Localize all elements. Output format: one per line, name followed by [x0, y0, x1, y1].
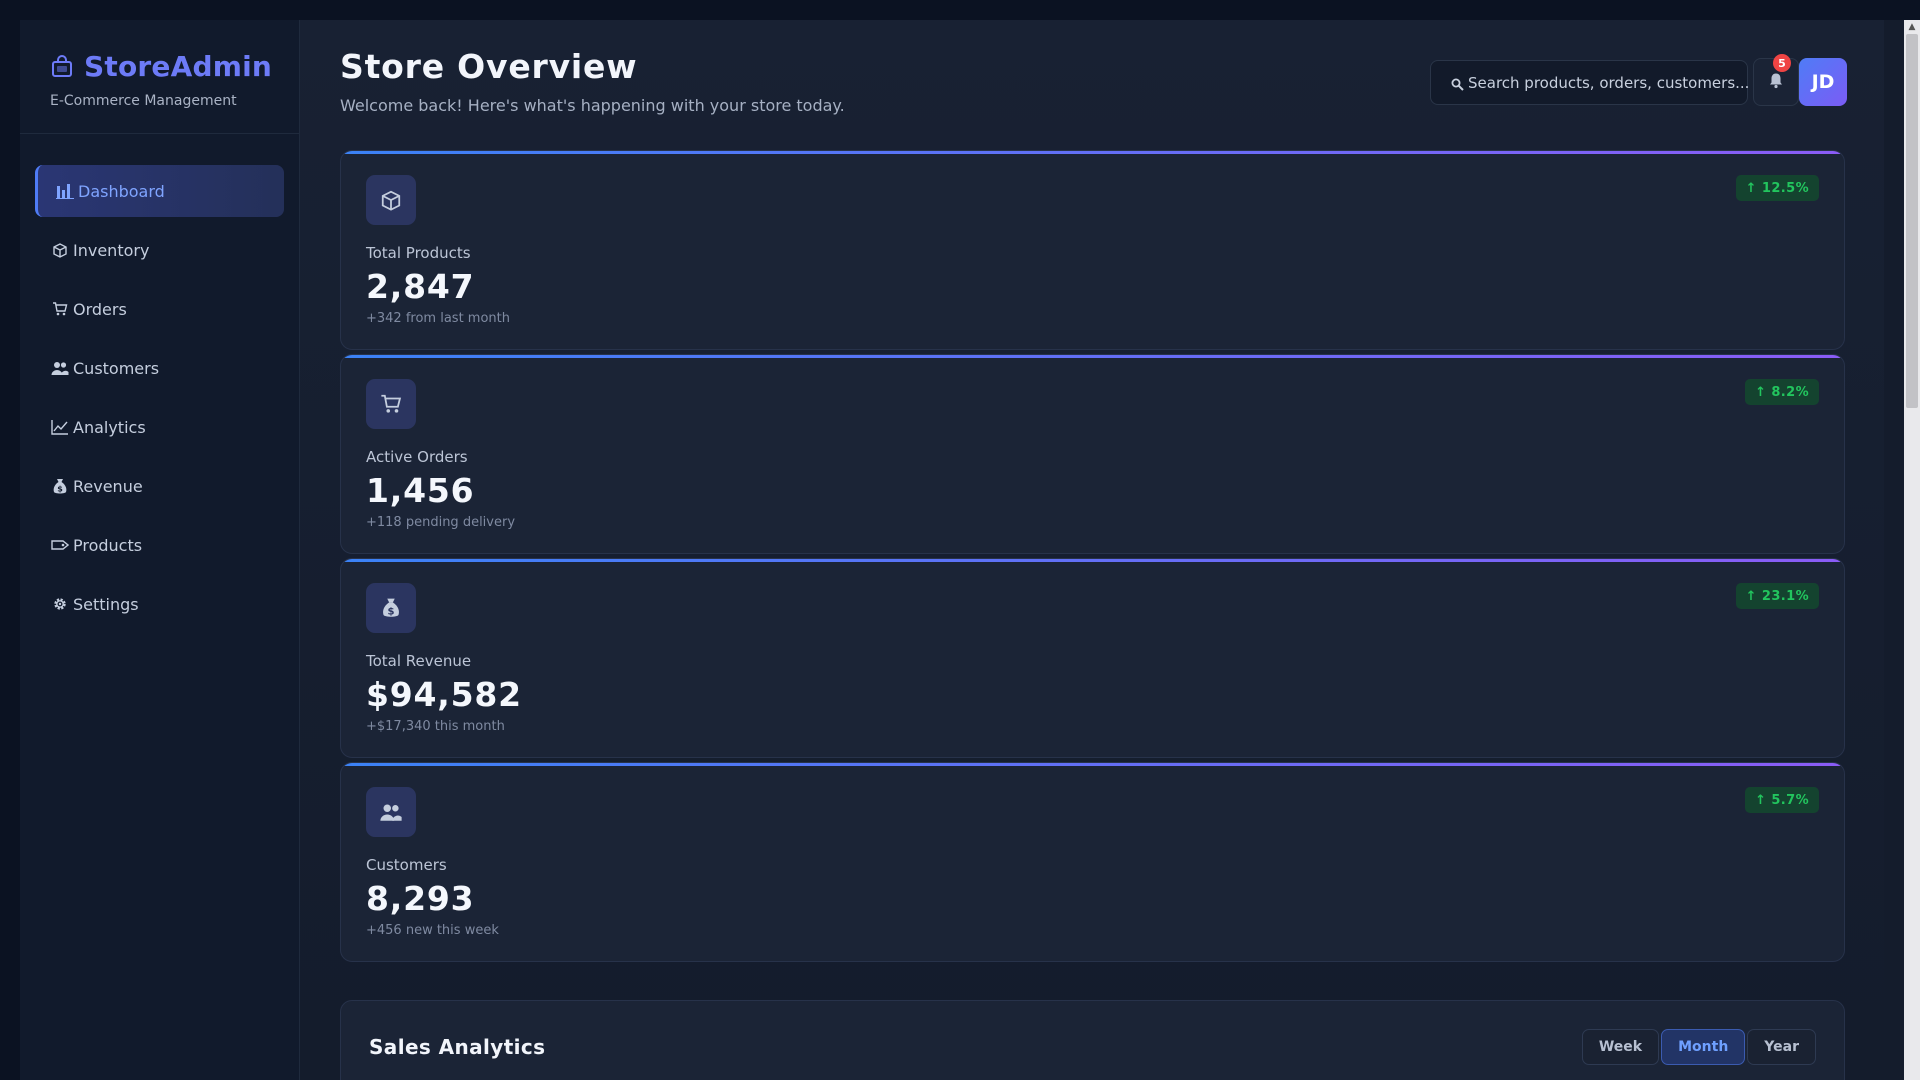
svg-text:$: $ [57, 484, 63, 493]
sidebar-item-settings[interactable]: Settings [35, 578, 284, 630]
stat-note: +118 pending delivery [366, 515, 516, 530]
brand-subtitle: E-Commerce Management [50, 93, 237, 109]
page-subtitle: Welcome back! Here's what's happening wi… [340, 96, 845, 115]
tab-year[interactable]: Year [1747, 1029, 1816, 1065]
sidebar-item-label: Orders [73, 299, 127, 319]
gear-icon [51, 595, 69, 613]
page-title: Store Overview [340, 47, 638, 86]
stat-note: +456 new this week [366, 923, 499, 938]
stat-card-active-orders: Active Orders 1,456 +118 pending deliver… [340, 354, 1845, 554]
money-bag-icon: $ [366, 583, 416, 633]
sidebar-item-label: Analytics [73, 417, 146, 437]
stat-label: Total Revenue [366, 652, 472, 670]
period-tabs: Week Month Year [1580, 1029, 1816, 1065]
sidebar-item-label: Products [73, 535, 143, 555]
sidebar-item-dashboard[interactable]: Dashboard [35, 165, 284, 217]
sidebar-item-products[interactable]: Products [35, 519, 284, 571]
sidebar-item-label: Dashboard [78, 181, 165, 201]
trend-badge: ↑ 12.5% [1735, 175, 1819, 201]
stat-note: +$17,340 this month [366, 719, 505, 734]
brand-title: StoreAdmin [84, 50, 273, 83]
stat-value: $94,582 [366, 675, 522, 714]
stat-card-total-products: Total Products 2,847 +342 from last mont… [340, 150, 1845, 350]
search-icon [1451, 76, 1464, 91]
users-icon [366, 787, 416, 837]
main-content: Store Overview Welcome back! Here's what… [300, 20, 1884, 1080]
sidebar-item-label: Customers [73, 358, 160, 378]
sidebar-item-analytics[interactable]: Analytics [35, 401, 284, 453]
stat-value: 2,847 [366, 267, 475, 306]
stat-label: Total Products [366, 244, 471, 262]
trend-badge: ↑ 5.7% [1745, 787, 1819, 813]
stat-value: 8,293 [366, 879, 475, 918]
tab-week[interactable]: Week [1581, 1029, 1660, 1065]
cart-icon [51, 300, 69, 318]
section-title: Sales Analytics [369, 1035, 546, 1059]
stat-note: +342 from last month [366, 311, 510, 326]
scroll-up-arrow-icon[interactable]: ▲ [1904, 20, 1920, 34]
sidebar-item-label: Inventory [73, 240, 150, 260]
sidebar-nav: Dashboard Inventory Orders Customers Ana… [35, 165, 284, 637]
trend-badge: ↑ 23.1% [1735, 583, 1819, 609]
sidebar-item-customers[interactable]: Customers [35, 342, 284, 394]
sidebar-item-inventory[interactable]: Inventory [35, 224, 284, 276]
bar-chart-icon [56, 182, 74, 200]
sales-analytics-panel: Sales Analytics Week Month Year [340, 1000, 1845, 1080]
brand: StoreAdmin E-Commerce Management [50, 50, 272, 109]
sidebar-item-label: Revenue [73, 476, 143, 496]
money-bag-icon: $ [51, 477, 69, 495]
sidebar-item-orders[interactable]: Orders [35, 283, 284, 335]
stat-value: 1,456 [366, 471, 475, 510]
package-icon [51, 241, 69, 259]
cart-icon [366, 379, 416, 429]
stat-card-total-revenue: $ Total Revenue $94,582 +$17,340 this mo… [340, 558, 1845, 758]
vertical-scrollbar[interactable]: ▲ [1904, 20, 1920, 1080]
app-window: StoreAdmin E-Commerce Management Dashboa… [20, 20, 1920, 1080]
svg-text:$: $ [388, 606, 395, 617]
trend-badge: ↑ 8.2% [1745, 379, 1819, 405]
package-icon [366, 175, 416, 225]
line-chart-icon [51, 418, 69, 436]
sidebar: StoreAdmin E-Commerce Management Dashboa… [20, 20, 300, 1080]
tab-month[interactable]: Month [1661, 1029, 1746, 1065]
stat-label: Customers [366, 856, 447, 874]
shopping-bag-icon [50, 54, 74, 79]
users-icon [51, 359, 69, 377]
sidebar-item-label: Settings [73, 594, 139, 614]
notification-badge: 5 [1773, 54, 1791, 72]
scroll-thumb[interactable] [1906, 34, 1918, 408]
tag-icon [51, 536, 69, 554]
bell-icon [1768, 72, 1784, 93]
stat-card-customers: Customers 8,293 +456 new this week ↑ 5.7… [340, 762, 1845, 962]
search-placeholder: Search products, orders, customers... [1468, 73, 1750, 92]
stat-label: Active Orders [366, 448, 468, 466]
search-input[interactable]: Search products, orders, customers... [1430, 60, 1750, 105]
sidebar-divider [20, 133, 299, 134]
sidebar-item-revenue[interactable]: $ Revenue [35, 460, 284, 512]
avatar[interactable]: JD [1799, 58, 1847, 106]
